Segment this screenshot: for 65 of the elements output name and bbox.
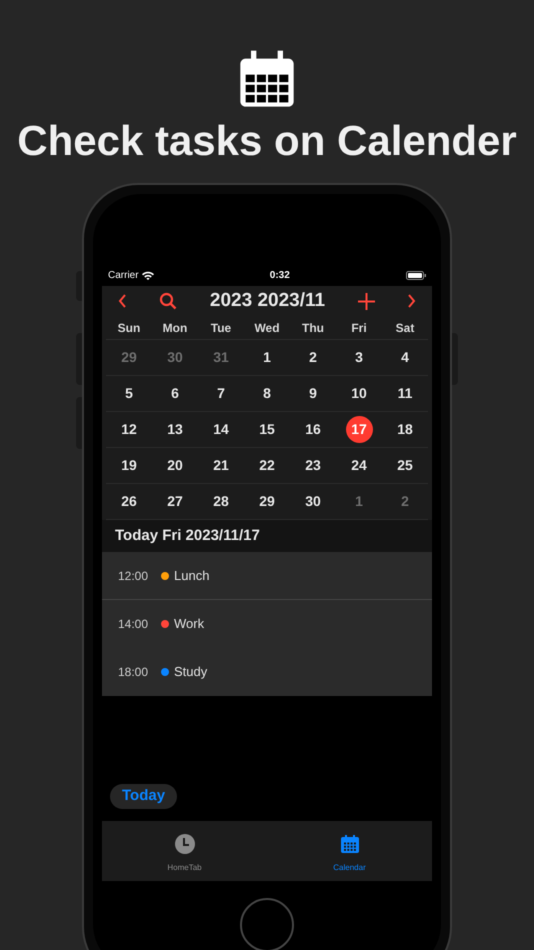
- day-cell[interactable]: 5: [116, 380, 142, 407]
- day-cell[interactable]: 4: [392, 344, 418, 371]
- tab-item[interactable]: HomeTab: [102, 821, 267, 881]
- day-cell[interactable]: 8: [254, 380, 280, 407]
- day-cell[interactable]: 2: [300, 344, 326, 371]
- add-button[interactable]: [358, 292, 375, 310]
- event-time: 18:00: [118, 664, 150, 681]
- day-cell[interactable]: 11: [392, 380, 418, 407]
- calendar-icon: [340, 834, 360, 854]
- day-cell[interactable]: 22: [254, 452, 280, 479]
- event-row[interactable]: 14:00 Work: [102, 600, 432, 648]
- day-cell[interactable]: 7: [208, 380, 234, 407]
- day-cell[interactable]: 23: [300, 452, 326, 479]
- clock-icon: [174, 834, 194, 854]
- previous-month-button[interactable]: [118, 294, 127, 308]
- day-header: Today Fri 2023/11/17: [115, 526, 260, 546]
- weekday-label: Sat: [394, 320, 416, 336]
- weekday-label: Sun: [116, 320, 142, 336]
- day-cell[interactable]: 17: [346, 416, 372, 443]
- next-month-button[interactable]: [407, 294, 416, 308]
- day-cell[interactable]: 26: [116, 488, 142, 515]
- day-cell[interactable]: 19: [116, 452, 142, 479]
- day-cell[interactable]: 10: [346, 380, 372, 407]
- day-cell[interactable]: 13: [162, 416, 188, 443]
- weekday-label: Wed: [253, 320, 281, 336]
- plus-icon: [358, 292, 375, 310]
- day-cell[interactable]: 20: [162, 452, 188, 479]
- day-cell[interactable]: 1: [254, 344, 280, 371]
- event-time: 14:00: [118, 616, 150, 633]
- carrier-label: Carrier: [108, 268, 139, 282]
- day-cell[interactable]: 29: [254, 488, 280, 515]
- day-cell[interactable]: 21: [208, 452, 234, 479]
- event-title: Work: [174, 615, 204, 634]
- search-button[interactable]: [159, 292, 178, 310]
- tab-item[interactable]: Calendar: [267, 821, 432, 881]
- event-time: 12:00: [118, 568, 150, 584]
- event-title: Lunch: [174, 566, 210, 585]
- status-time: 0:32: [270, 268, 290, 282]
- day-cell[interactable]: 27: [162, 488, 188, 515]
- day-cell[interactable]: 9: [300, 380, 326, 407]
- day-cell[interactable]: 3: [346, 344, 372, 371]
- day-cell[interactable]: 30: [300, 488, 326, 515]
- weekday-label: Mon: [162, 320, 188, 336]
- today-button[interactable]: Today: [110, 784, 178, 809]
- wifi-icon: [142, 270, 154, 280]
- day-cell[interactable]: 18: [392, 416, 418, 443]
- month-title: 2023 2023/11: [210, 288, 326, 313]
- chevron-right-icon: [407, 294, 416, 308]
- day-cell[interactable]: 16: [300, 416, 326, 443]
- day-cell[interactable]: 6: [162, 380, 188, 407]
- battery-icon: [406, 270, 426, 280]
- day-cell[interactable]: 24: [346, 452, 372, 479]
- search-icon: [159, 292, 178, 310]
- day-cell[interactable]: 25: [392, 452, 418, 479]
- day-cell[interactable]: 28: [208, 488, 234, 515]
- weekday-label: Fri: [350, 320, 368, 336]
- weekday-label: Tue: [210, 320, 232, 336]
- day-cell[interactable]: 14: [208, 416, 234, 443]
- event-title: Study: [174, 663, 208, 682]
- chevron-left-icon: [118, 294, 127, 308]
- day-cell[interactable]: 15: [254, 416, 280, 443]
- headline: Check tasks on Calender: [17, 120, 517, 162]
- day-cell[interactable]: 12: [116, 416, 142, 443]
- weekday-label: Thu: [301, 320, 325, 336]
- event-row[interactable]: 18:00 Study: [102, 648, 432, 696]
